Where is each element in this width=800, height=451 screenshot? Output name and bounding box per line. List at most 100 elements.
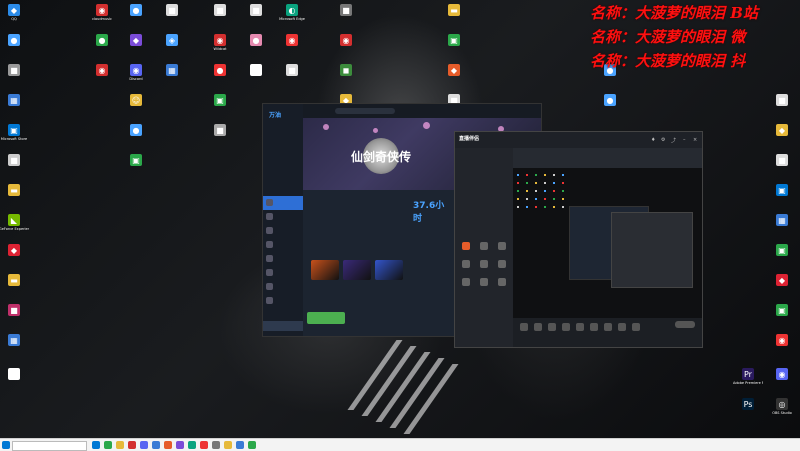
desktop-shortcut[interactable]: ■ xyxy=(767,94,797,107)
desktop-shortcut[interactable]: ✎ xyxy=(0,368,29,381)
taskbar-app-icon[interactable] xyxy=(164,441,172,449)
minimize-icon[interactable]: – xyxy=(683,137,686,143)
game-thumbnail[interactable] xyxy=(343,260,371,280)
desktop-shortcut[interactable]: ● xyxy=(595,94,625,107)
desktop-shortcut[interactable]: ● xyxy=(87,34,117,47)
desktop-shortcut[interactable]: ● xyxy=(241,34,271,47)
desktop-shortcut[interactable]: ▦ xyxy=(767,214,797,227)
desktop-shortcut[interactable]: ◉ xyxy=(331,34,361,47)
login-button[interactable] xyxy=(263,321,303,331)
desktop-shortcut[interactable]: ◉ cloudmusic xyxy=(87,4,117,21)
taskbar-app-icon[interactable] xyxy=(176,441,184,449)
taskbar-app-icon[interactable] xyxy=(236,441,244,449)
desktop-shortcut[interactable]: ■ xyxy=(241,4,271,17)
studio-control-button[interactable] xyxy=(459,242,473,251)
game-list-item[interactable] xyxy=(263,224,303,238)
desktop-shortcut[interactable]: ▬ xyxy=(0,184,29,197)
studio-control-button[interactable] xyxy=(459,260,473,269)
desktop-shortcut[interactable]: ▣ xyxy=(767,244,797,257)
desktop-shortcut[interactable]: ☺ xyxy=(121,94,151,107)
desktop-shortcut[interactable]: ■ xyxy=(205,4,235,17)
game-list-item[interactable] xyxy=(263,266,303,280)
studio-control-button[interactable] xyxy=(477,242,491,251)
gift-icon[interactable]: ♦ xyxy=(651,137,655,143)
share-icon[interactable]: ⤴ xyxy=(671,137,676,144)
desktop-shortcut[interactable]: ◉ Discord xyxy=(121,64,151,81)
taskbar-app-icon[interactable] xyxy=(188,441,196,449)
taskbar-app-icon[interactable] xyxy=(152,441,160,449)
desktop-shortcut[interactable]: ■ xyxy=(205,124,235,137)
launcher-search-input[interactable] xyxy=(335,108,395,114)
close-icon[interactable]: × xyxy=(693,137,697,143)
game-list-item[interactable] xyxy=(263,238,303,252)
start-icon[interactable] xyxy=(2,441,10,449)
desktop-shortcut[interactable]: ◼ xyxy=(331,64,361,77)
desktop-shortcut[interactable]: ▣ xyxy=(121,154,151,167)
taskbar-app-icon[interactable] xyxy=(116,441,124,449)
studio-toolbar-button[interactable] xyxy=(587,323,601,332)
stat-item[interactable] xyxy=(413,238,453,245)
taskbar-app-icon[interactable] xyxy=(212,441,220,449)
studio-control-button[interactable] xyxy=(477,278,491,287)
stat-item[interactable] xyxy=(413,231,453,238)
stat-item[interactable] xyxy=(413,252,453,259)
desktop-shortcut[interactable]: ▦ xyxy=(157,64,187,77)
desktop-shortcut[interactable]: ▣ Microsoft Store xyxy=(0,124,29,141)
studio-toolbar-button[interactable] xyxy=(531,323,545,332)
desktop-shortcut[interactable]: ◆ xyxy=(767,124,797,137)
desktop-shortcut[interactable]: ▣ xyxy=(767,184,797,197)
desktop-shortcut[interactable]: ◎ OBS Studio xyxy=(767,398,797,415)
desktop-shortcut[interactable]: ● xyxy=(0,34,29,47)
desktop-shortcut[interactable]: ◉ Wildcat xyxy=(205,34,235,51)
taskbar-app-icon[interactable] xyxy=(92,441,100,449)
start-game-button[interactable] xyxy=(307,312,345,324)
desktop-shortcut[interactable]: ■ xyxy=(157,4,187,17)
game-list-item[interactable] xyxy=(263,252,303,266)
desktop-shortcut[interactable]: ■ xyxy=(0,154,29,167)
stat-item[interactable] xyxy=(413,245,453,252)
desktop-shortcut[interactable]: ▦ xyxy=(0,94,29,107)
game-thumbnail[interactable] xyxy=(311,260,339,280)
desktop-shortcut[interactable]: ◉ xyxy=(767,368,797,381)
desktop-shortcut[interactable]: ▣ xyxy=(439,34,469,47)
desktop-shortcut[interactable]: ◆ xyxy=(121,34,151,47)
taskbar-app-icon[interactable] xyxy=(248,441,256,449)
game-list-item[interactable] xyxy=(263,210,303,224)
game-list-item[interactable] xyxy=(263,196,303,210)
game-thumbnail[interactable] xyxy=(375,260,403,280)
desktop-shortcut[interactable]: ■ xyxy=(0,64,29,77)
settings-icon[interactable]: ⚙ xyxy=(661,137,665,143)
studio-toolbar-button[interactable] xyxy=(545,323,559,332)
stat-item[interactable] xyxy=(413,224,453,231)
desktop-shortcut[interactable]: ◈ xyxy=(157,34,187,47)
studio-toolbar-button[interactable] xyxy=(517,323,531,332)
desktop-shortcut[interactable]: ● xyxy=(121,124,151,137)
studio-control-button[interactable] xyxy=(495,242,509,251)
studio-toolbar-button[interactable] xyxy=(573,323,587,332)
desktop-shortcut[interactable]: ◐ Microsoft Edge xyxy=(277,4,307,21)
go-live-button[interactable] xyxy=(675,321,695,328)
taskbar-app-icon[interactable] xyxy=(224,441,232,449)
desktop-shortcut[interactable]: ◆ xyxy=(439,64,469,77)
desktop-shortcut[interactable]: ■ xyxy=(0,304,29,317)
desktop-shortcut[interactable]: ▦ xyxy=(0,334,29,347)
desktop-shortcut[interactable]: ◆ QQ xyxy=(0,4,29,21)
studio-toolbar-button[interactable] xyxy=(615,323,629,332)
live-studio-window[interactable]: 直播伴侣 ♦ ⚙ ⤴ – × xyxy=(454,131,703,348)
stat-item[interactable] xyxy=(413,259,453,266)
desktop-shortcut[interactable]: ▬ xyxy=(0,274,29,287)
game-list-item[interactable] xyxy=(263,280,303,294)
desktop-shortcut[interactable]: ▣ xyxy=(767,304,797,317)
desktop-shortcut[interactable]: ◉ xyxy=(767,334,797,347)
taskbar-app-icon[interactable] xyxy=(104,441,112,449)
desktop-shortcut[interactable]: ■ xyxy=(331,4,361,17)
desktop-shortcut[interactable]: ◉ xyxy=(87,64,117,77)
desktop-shortcut[interactable]: ● xyxy=(121,4,151,17)
desktop-shortcut[interactable]: ◆ xyxy=(767,274,797,287)
game-list-item[interactable] xyxy=(263,294,303,308)
studio-control-button[interactable] xyxy=(477,260,491,269)
desktop-shortcut[interactable]: ● xyxy=(205,64,235,77)
desktop-shortcut[interactable]: ◣GeForce Experience xyxy=(0,214,29,231)
taskbar-app-icon[interactable] xyxy=(128,441,136,449)
studio-toolbar-button[interactable] xyxy=(601,323,615,332)
